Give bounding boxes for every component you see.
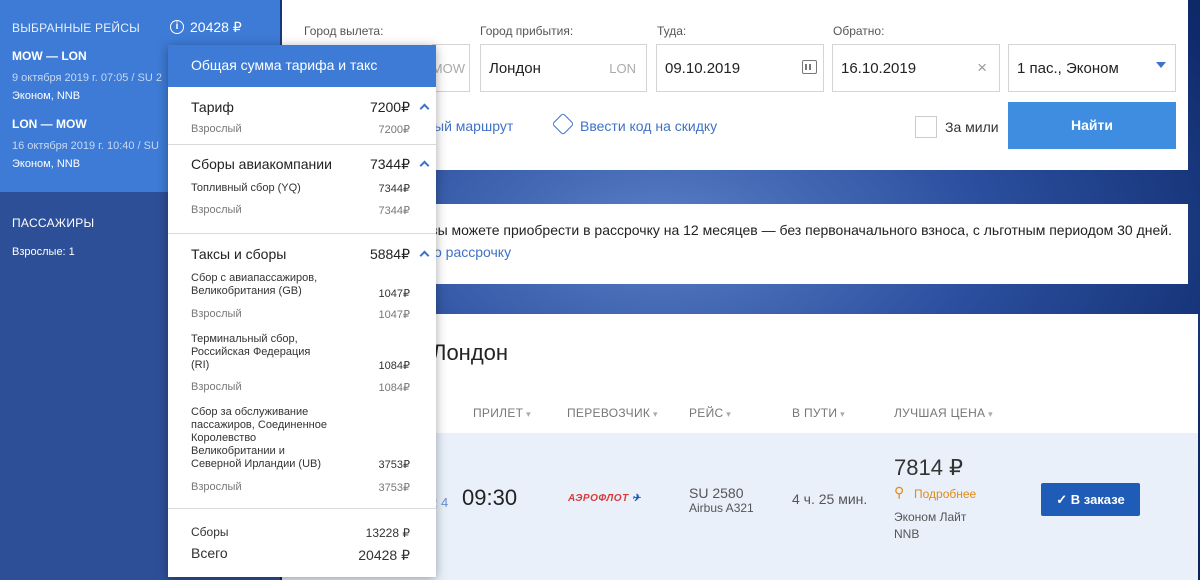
fare-class: Эконом Лайт	[894, 510, 967, 524]
leg-return[interactable]: LON — MOW 16 октября 2019 г. 10:40 / SU …	[12, 117, 159, 170]
popup-header: Общая сумма тарифа и такс	[168, 45, 436, 87]
airline-fees-title: Сборы авиакомпании	[191, 156, 332, 172]
tax-item-sub-amount: 3753₽	[378, 482, 410, 494]
tariff-sub-label: Взрослый	[191, 123, 242, 135]
leg-outbound[interactable]: MOW — LON 9 октября 2019 г. 07:05 / SU 2…	[12, 49, 162, 102]
total-price[interactable]: 20428 ₽	[190, 19, 242, 36]
fare-code: NNB	[894, 527, 920, 541]
passengers-select-value: 1 пас., Эконом	[1017, 60, 1119, 77]
total-amount: 20428 ₽	[358, 547, 410, 563]
selected-flights-title: ВЫБРАННЫЕ РЕЙСЫ	[12, 21, 140, 35]
duration: 4 ч. 25 мин.	[792, 491, 868, 507]
installment-link[interactable]: о рассрочку	[434, 244, 511, 260]
flight-number: SU 2580	[689, 485, 744, 501]
leg-class: Эконом, NNB	[12, 90, 81, 102]
tax-item-label: Сбор с авиапассажиров, Великобритания (G…	[191, 272, 318, 297]
tax-item-sub-amount: 1084₽	[378, 382, 410, 394]
tariff-sub-amount: 7200₽	[378, 124, 410, 136]
chevron-up-icon[interactable]	[419, 103, 430, 114]
col-arrival[interactable]: ПРИЛЕТ	[473, 406, 531, 420]
tax-item-label: Сбор за обслуживание пассажиров, Соедине…	[191, 406, 327, 470]
aeroflot-logo: АЭРОФЛОТ ✈	[568, 493, 641, 504]
col-flight[interactable]: РЕЙС	[689, 406, 731, 420]
depart-date-field[interactable]: 09.10.2019	[656, 44, 824, 92]
aircraft: Airbus A321	[689, 501, 754, 515]
tax-item-sub-label: Взрослый	[191, 481, 242, 493]
in-order-button[interactable]: ✓ В заказе	[1041, 483, 1140, 516]
arrival-time: 09:30	[462, 485, 518, 510]
col-carrier[interactable]: ПЕРЕВОЗЧИК	[567, 406, 658, 420]
to-value: Лондон	[489, 60, 541, 77]
divider	[168, 144, 436, 145]
fuel-fee-amount: 7344₽	[378, 183, 410, 195]
fuel-fee-sub-label: Взрослый	[191, 204, 242, 216]
col-duration[interactable]: В ПУТИ	[792, 406, 845, 420]
promo-code-link[interactable]: Ввести код на скидку	[580, 118, 717, 134]
passengers-block: ПАССАЖИРЫ Взрослые: 1	[12, 216, 94, 258]
find-button[interactable]: Найти	[1008, 102, 1176, 149]
leg-route: LON — MOW	[12, 117, 87, 131]
leg-route: MOW — LON	[12, 49, 87, 63]
complex-route-link[interactable]: ый маршрут	[434, 118, 513, 134]
divider	[168, 508, 436, 509]
total-label: Всего	[191, 545, 228, 561]
tax-item-sub-label: Взрослый	[191, 381, 242, 393]
fare-breakdown-popup: Общая сумма тарифа и такс Тариф 7200₽ Вз…	[168, 45, 436, 577]
from-code: MOW	[431, 61, 465, 76]
calendar-icon[interactable]	[802, 60, 817, 74]
passengers-value: Взрослые: 1	[12, 246, 75, 258]
fees-label: Сборы	[191, 525, 229, 539]
return-label: Обратно:	[833, 24, 885, 38]
tag-icon	[551, 112, 575, 136]
fees-amount: 13228 ₽	[365, 526, 410, 540]
taxes-amount: 5884₽	[369, 246, 410, 262]
details-link[interactable]: Подробнее	[914, 487, 976, 501]
to-label: Город прибытия:	[480, 24, 574, 38]
depart-date-value: 09.10.2019	[665, 60, 741, 77]
chevron-up-icon[interactable]	[419, 160, 430, 171]
tax-item-amount: 1047₽	[378, 288, 410, 300]
info-icon[interactable]: i	[170, 20, 184, 34]
miles-checkbox[interactable]	[915, 116, 937, 138]
depart-label: Туда:	[657, 24, 687, 38]
from-field[interactable]: MOW	[432, 44, 470, 92]
close-icon[interactable]: ×	[977, 58, 987, 78]
airline-fees-amount: 7344₽	[369, 156, 410, 172]
fuel-fee-label: Топливный сбор (YQ)	[191, 182, 301, 194]
tax-item-amount: 1084₽	[378, 360, 410, 372]
from-label: Город вылета:	[304, 24, 384, 38]
tariff-amount: 7200₽	[369, 99, 410, 115]
leg-class: Эконом, NNB	[12, 158, 81, 170]
to-code: LON	[609, 61, 636, 76]
passengers-title: ПАССАЖИРЫ	[12, 216, 95, 230]
to-field[interactable]: Лондон LON	[480, 44, 647, 92]
leg-date: 9 октября 2019 г. 07:05 / SU 2	[12, 72, 162, 84]
fuel-fee-sub-amount: 7344₽	[378, 205, 410, 217]
tax-item-amount: 3753₽	[378, 459, 410, 471]
results-heading: Лондон	[432, 340, 509, 365]
col-best-price[interactable]: ЛУЧШАЯ ЦЕНА	[894, 406, 993, 420]
divider	[168, 233, 436, 234]
taxes-title: Таксы и сборы	[191, 246, 287, 262]
chevron-down-icon	[1156, 62, 1166, 68]
leg-date: 16 октября 2019 г. 10:40 / SU	[12, 140, 159, 152]
tax-item-sub-amount: 1047₽	[378, 309, 410, 321]
baggage-icon: ⚲	[894, 484, 905, 500]
return-date-field[interactable]: 16.10.2019 ×	[832, 44, 1000, 92]
return-date-value: 16.10.2019	[841, 60, 917, 77]
best-price: 7814 ₽	[894, 455, 964, 480]
tax-item-label: Терминальный сбор, Российская Федерация …	[191, 333, 311, 371]
tax-item-sub-label: Взрослый	[191, 308, 242, 320]
passengers-select[interactable]: 1 пас., Эконом	[1008, 44, 1176, 92]
chevron-up-icon[interactable]	[419, 250, 430, 261]
tariff-title: Тариф	[191, 99, 234, 115]
miles-label: За мили	[945, 119, 999, 135]
